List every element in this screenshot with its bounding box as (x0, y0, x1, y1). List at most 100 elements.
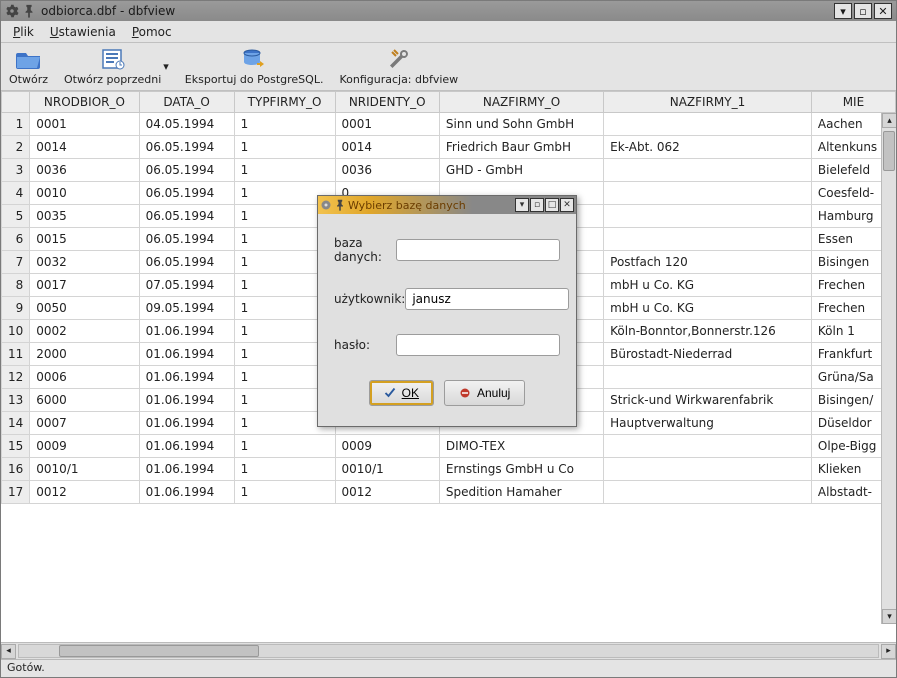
cell[interactable]: 01.06.1994 (139, 389, 234, 412)
cell[interactable]: Hauptverwaltung (604, 412, 812, 435)
cell[interactable]: 01.06.1994 (139, 458, 234, 481)
cell[interactable]: mbH u Co. KG (604, 297, 812, 320)
cell[interactable]: 01.06.1994 (139, 412, 234, 435)
cell[interactable]: mbH u Co. KG (604, 274, 812, 297)
cell[interactable]: Bürostadt-Niederrad (604, 343, 812, 366)
username-input[interactable] (405, 288, 569, 310)
cell[interactable] (604, 182, 812, 205)
cell[interactable]: 1 (234, 435, 335, 458)
cell[interactable]: 0012 (30, 481, 139, 504)
cell[interactable]: Sinn und Sohn GmbH (439, 113, 603, 136)
cell[interactable]: 09.05.1994 (139, 297, 234, 320)
open-button[interactable]: Otwórz (7, 47, 50, 86)
cell[interactable]: 01.06.1994 (139, 320, 234, 343)
cell[interactable]: 07.05.1994 (139, 274, 234, 297)
column-header[interactable]: NRIDENTY_O (335, 92, 439, 113)
cell[interactable]: 0012 (335, 481, 439, 504)
open-recent-button[interactable]: Otwórz poprzedni ▾ (62, 47, 171, 86)
cell[interactable]: 6000 (30, 389, 139, 412)
column-header[interactable]: NRODBIOR_O (30, 92, 139, 113)
vertical-scrollbar[interactable]: ▴ ▾ (881, 113, 896, 624)
dialog-maximize-button[interactable]: □ (545, 198, 559, 212)
cell[interactable]: 0002 (30, 320, 139, 343)
cell[interactable]: 1 (234, 458, 335, 481)
scroll-track[interactable] (18, 644, 879, 658)
cell[interactable]: 0010 (30, 182, 139, 205)
column-header[interactable]: NAZFIRMY_O (439, 92, 603, 113)
table-row[interactable]: 160010/101.06.199410010/1Ernstings GmbH … (2, 458, 896, 481)
hscroll-thumb[interactable] (59, 645, 259, 657)
dialog-minimize-button[interactable]: ▾ (515, 198, 529, 212)
cell[interactable] (604, 481, 812, 504)
row-number[interactable]: 4 (2, 182, 30, 205)
password-input[interactable] (396, 334, 560, 356)
cell[interactable] (604, 458, 812, 481)
scroll-right-button[interactable]: ▸ (881, 644, 896, 659)
cell[interactable]: GHD - GmbH (439, 159, 603, 182)
cell[interactable]: Ernstings GmbH u Co (439, 458, 603, 481)
table-row[interactable]: 17001201.06.199410012Spedition HamaherAl… (2, 481, 896, 504)
cell[interactable]: 0006 (30, 366, 139, 389)
row-number[interactable]: 6 (2, 228, 30, 251)
cell[interactable]: 06.05.1994 (139, 251, 234, 274)
table-row[interactable]: 3003606.05.199410036GHD - GmbHBielefeld (2, 159, 896, 182)
row-number[interactable]: 11 (2, 343, 30, 366)
column-header[interactable]: TYPFIRMY_O (234, 92, 335, 113)
chevron-down-icon[interactable]: ▾ (163, 60, 169, 73)
table-row[interactable]: 1000104.05.199410001Sinn und Sohn GmbHAa… (2, 113, 896, 136)
cell[interactable]: 0007 (30, 412, 139, 435)
menu-ustawienia[interactable]: Ustawienia (42, 23, 124, 41)
row-number[interactable]: 10 (2, 320, 30, 343)
row-number[interactable]: 12 (2, 366, 30, 389)
dialog-restore-button[interactable]: ▫ (530, 198, 544, 212)
cell[interactable]: 01.06.1994 (139, 366, 234, 389)
maximize-button[interactable]: ▫ (854, 3, 872, 19)
cell[interactable]: 06.05.1994 (139, 136, 234, 159)
cell[interactable] (604, 366, 812, 389)
row-number[interactable]: 17 (2, 481, 30, 504)
cell[interactable]: 0036 (335, 159, 439, 182)
cell[interactable]: 0017 (30, 274, 139, 297)
cell[interactable] (604, 435, 812, 458)
pin-icon[interactable] (22, 4, 36, 18)
cell[interactable]: 1 (234, 481, 335, 504)
table-row[interactable]: 15000901.06.199410009DIMO-TEXOlpe-Bigg (2, 435, 896, 458)
column-header[interactable]: MIE (811, 92, 895, 113)
cell[interactable]: 01.06.1994 (139, 343, 234, 366)
cell[interactable]: 0010/1 (335, 458, 439, 481)
cell[interactable]: 0035 (30, 205, 139, 228)
cell[interactable]: 04.05.1994 (139, 113, 234, 136)
row-number[interactable]: 7 (2, 251, 30, 274)
export-postgres-button[interactable]: Eksportuj do PostgreSQL. (183, 47, 326, 86)
cell[interactable]: 06.05.1994 (139, 228, 234, 251)
configure-button[interactable]: Konfiguracja: dbfview (337, 47, 460, 86)
menu-pomoc[interactable]: Pomoc (124, 23, 180, 41)
cell[interactable]: 0032 (30, 251, 139, 274)
cell[interactable]: 0014 (335, 136, 439, 159)
database-input[interactable] (396, 239, 560, 261)
scroll-down-button[interactable]: ▾ (882, 609, 896, 624)
column-header[interactable]: DATA_O (139, 92, 234, 113)
horizontal-scrollbar[interactable]: ◂ ▸ (1, 642, 896, 659)
ok-button[interactable]: OK (369, 380, 434, 406)
minimize-button[interactable]: ▾ (834, 3, 852, 19)
cell[interactable]: Köln-Bonntor,Bonnerstr.126 (604, 320, 812, 343)
cell[interactable]: Friedrich Baur GmbH (439, 136, 603, 159)
cell[interactable] (604, 113, 812, 136)
row-number[interactable]: 2 (2, 136, 30, 159)
cell[interactable]: 1 (234, 113, 335, 136)
row-number[interactable]: 3 (2, 159, 30, 182)
close-button[interactable]: ✕ (874, 3, 892, 19)
scroll-up-button[interactable]: ▴ (882, 113, 896, 128)
row-number[interactable]: 1 (2, 113, 30, 136)
cell[interactable]: 0001 (30, 113, 139, 136)
row-number[interactable]: 8 (2, 274, 30, 297)
cell[interactable]: DIMO-TEX (439, 435, 603, 458)
cell[interactable]: 1 (234, 136, 335, 159)
cell[interactable] (604, 228, 812, 251)
cell[interactable]: 01.06.1994 (139, 481, 234, 504)
scroll-left-button[interactable]: ◂ (1, 644, 16, 659)
menu-plik[interactable]: Plik (5, 23, 42, 41)
row-number[interactable]: 15 (2, 435, 30, 458)
row-number[interactable]: 16 (2, 458, 30, 481)
